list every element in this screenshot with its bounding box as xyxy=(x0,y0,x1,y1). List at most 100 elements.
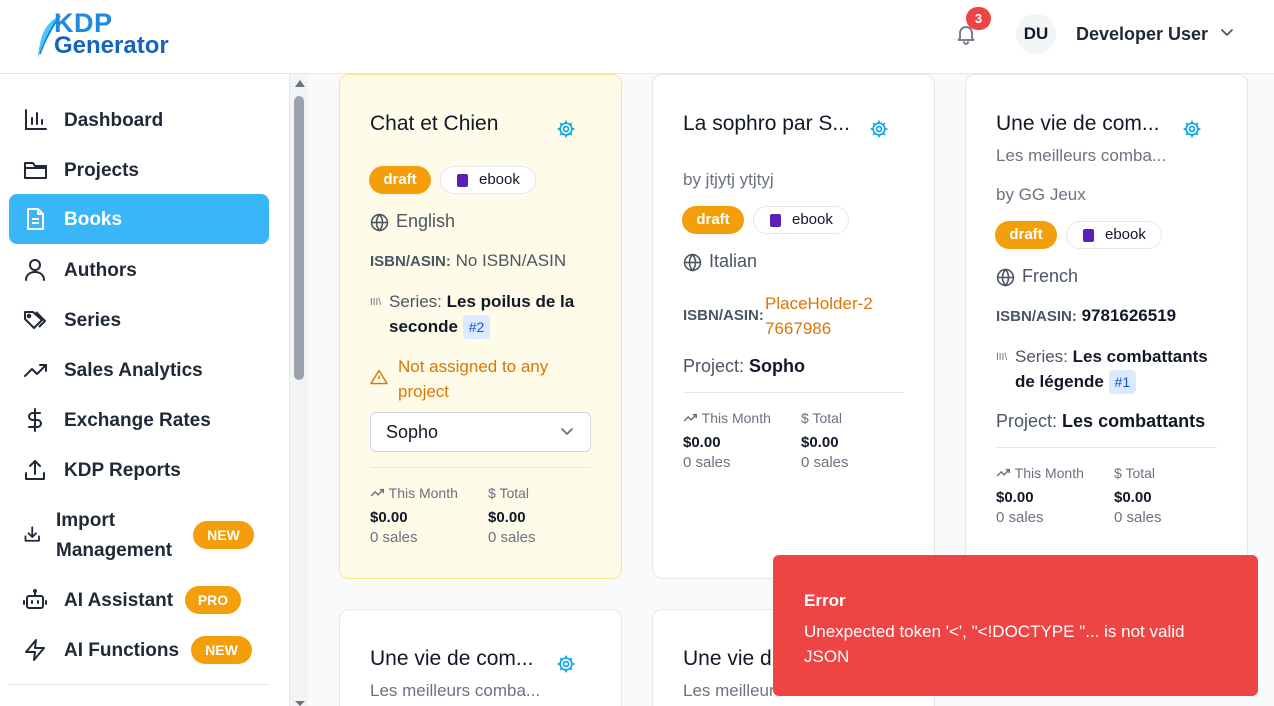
total-sales: 0 sales xyxy=(801,454,849,471)
sidebar-item-ai-assistant[interactable]: AI Assistant PRO xyxy=(9,575,269,625)
gear-icon[interactable] xyxy=(556,654,576,674)
sidebar-item-kdp-reports[interactable]: KDP Reports xyxy=(9,445,269,495)
book-subtitle: Les meilleur xyxy=(683,681,775,700)
project-name[interactable]: Les combattants xyxy=(1062,411,1205,431)
this-month-label: This Month xyxy=(701,410,771,426)
sidebar-item-label: Import xyxy=(56,510,116,531)
avatar[interactable]: DU xyxy=(1016,14,1056,54)
pro-badge: PRO xyxy=(185,586,241,614)
book-card[interactable]: La sophro par S... by jtjytj ytjtyj draf… xyxy=(652,74,935,579)
format-label: ebook xyxy=(1105,226,1146,243)
total-label: Total xyxy=(812,410,843,426)
format-badge: ebook xyxy=(440,166,536,194)
language-label: English xyxy=(396,211,456,231)
sidebar-item-series[interactable]: Series xyxy=(9,295,269,345)
user-name[interactable]: Developer User xyxy=(1076,24,1208,45)
book-subtitle: Les meilleurs comba... xyxy=(996,146,1167,165)
project-label: Project: xyxy=(683,356,745,376)
sidebar-item-dashboard[interactable]: Dashboard xyxy=(9,95,269,145)
this-month-stat: This Month $0.00 0 sales xyxy=(683,410,771,471)
sidebar: Dashboard Projects Books Authors Series … xyxy=(0,74,290,706)
sidebar-item-label: Series xyxy=(64,310,122,331)
scroll-thumb[interactable] xyxy=(294,96,304,380)
sidebar-item-projects[interactable]: Projects xyxy=(9,145,269,195)
sidebar-item-label: Projects xyxy=(64,160,139,181)
card-divider xyxy=(996,447,1217,448)
project-select-value: Sopho xyxy=(386,422,439,442)
chevron-down-icon[interactable] xyxy=(1220,28,1234,38)
dollar-icon: $ xyxy=(488,485,496,501)
format-badge: ebook xyxy=(1066,221,1162,249)
sidebar-item-import-management[interactable]: Import Management NEW xyxy=(9,505,269,563)
book-title[interactable]: La sophro par S... xyxy=(683,112,850,136)
book-card[interactable]: Une vie de com... Les meilleurs comba...… xyxy=(965,74,1248,614)
globe-icon xyxy=(683,253,702,272)
gear-icon[interactable] xyxy=(1182,119,1202,139)
this-month-value: $0.00 xyxy=(683,434,721,451)
project-label: Project: xyxy=(996,411,1058,431)
upload-icon xyxy=(25,460,45,480)
book-title[interactable]: Une vie d xyxy=(683,647,772,671)
kdp-generator-logo[interactable]: KDP Generator xyxy=(36,8,196,60)
scroll-up-arrow[interactable] xyxy=(295,80,305,87)
new-badge: NEW xyxy=(191,636,252,664)
sidebar-scrollbar[interactable] xyxy=(290,74,308,706)
book-card[interactable]: Chat et Chien draft ebook English ISBN/A… xyxy=(339,74,622,579)
gear-icon[interactable] xyxy=(556,119,576,139)
this-month-stat: This Month $0.00 0 sales xyxy=(370,485,458,546)
trending-up-icon xyxy=(370,488,384,497)
error-toast[interactable]: Error Unexpected token '<', "<!DOCTYPE "… xyxy=(773,555,1258,696)
series-number-badge: #2 xyxy=(462,315,491,339)
status-badge: draft xyxy=(369,166,431,194)
book-title[interactable]: Une vie de com... xyxy=(370,647,533,671)
warning-icon xyxy=(370,369,388,385)
book-title[interactable]: Chat et Chien xyxy=(370,112,498,136)
dollar-icon: $ xyxy=(1114,465,1122,481)
dollar-icon xyxy=(28,408,42,432)
robot-icon xyxy=(23,589,47,609)
book-title[interactable]: Une vie de com... xyxy=(996,112,1159,136)
total-value: $0.00 xyxy=(801,434,839,451)
sidebar-item-authors[interactable]: Authors xyxy=(9,245,269,295)
book-subtitle: Les meilleurs comba... xyxy=(370,681,541,700)
sidebar-item-books[interactable]: Books xyxy=(9,194,269,244)
library-icon: III\ xyxy=(370,297,382,308)
sidebar-item-sales-analytics[interactable]: Sales Analytics xyxy=(9,345,269,395)
globe-icon xyxy=(370,213,389,232)
book-icon xyxy=(1083,229,1094,242)
project-name[interactable]: Sopho xyxy=(749,356,805,376)
sidebar-item-exchange-rates[interactable]: Exchange Rates xyxy=(9,395,269,445)
scroll-down-arrow[interactable] xyxy=(295,701,305,706)
folder-icon xyxy=(24,162,47,179)
format-label: ebook xyxy=(479,171,520,188)
sidebar-item-label: Books xyxy=(64,209,123,230)
toast-title: Error xyxy=(804,591,846,610)
total-label: Total xyxy=(499,485,530,501)
card-divider xyxy=(370,467,591,468)
this-month-label: This Month xyxy=(388,485,458,501)
globe-icon xyxy=(996,268,1015,287)
project-row: Project: Les combattants xyxy=(996,411,1205,432)
book-author: by GG Jeux xyxy=(996,185,1086,204)
isbn-row: ISBN/ASIN: 9781626519 xyxy=(996,306,1176,326)
download-icon xyxy=(24,526,40,542)
this-month-sales: 0 sales xyxy=(370,529,418,546)
trending-up-icon xyxy=(996,468,1010,477)
project-row: Project: Sopho xyxy=(683,356,805,377)
top-header: KDP Generator 3 DU Developer User xyxy=(0,0,1274,74)
series-label: Series: xyxy=(389,292,442,311)
book-icon xyxy=(457,174,468,187)
total-stat: $ Total $0.00 0 sales xyxy=(1114,465,1162,526)
book-author: by jtjytj ytjtyj xyxy=(683,170,774,189)
notification-count-badge: 3 xyxy=(966,7,991,30)
isbn-value: No ISBN/ASIN xyxy=(455,251,567,270)
format-label: ebook xyxy=(792,211,833,228)
book-card[interactable]: Une vie de com... Les meilleurs comba... xyxy=(339,609,622,706)
total-value: $0.00 xyxy=(1114,489,1152,506)
sidebar-item-ai-functions[interactable]: AI Functions NEW xyxy=(9,625,269,675)
card-divider xyxy=(683,392,904,393)
sidebar-item-label: Exchange Rates xyxy=(64,410,211,431)
sidebar-divider xyxy=(9,684,269,685)
project-select[interactable]: Sopho xyxy=(370,412,591,452)
gear-icon[interactable] xyxy=(869,119,889,139)
